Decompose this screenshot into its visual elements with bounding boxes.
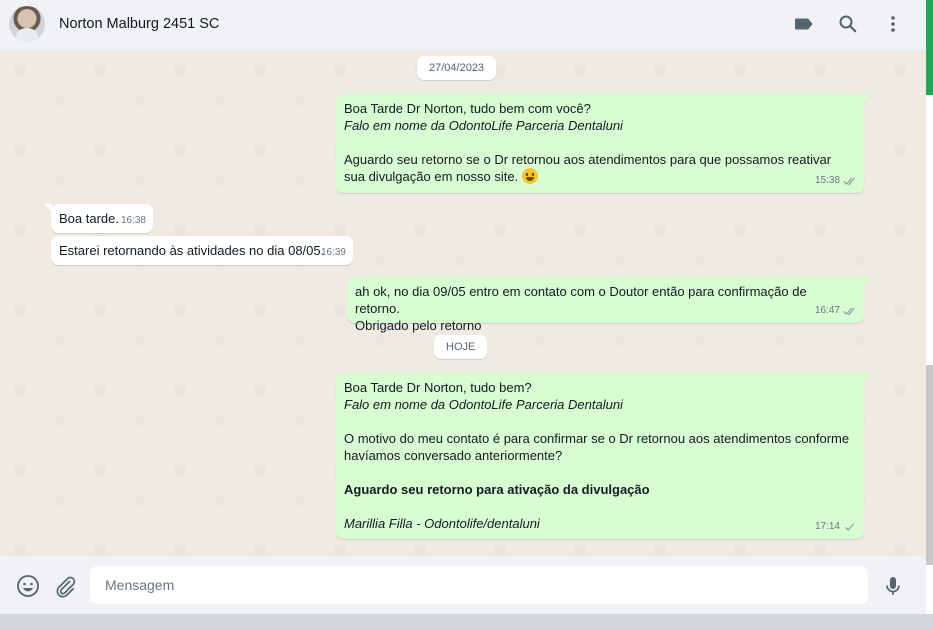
emoji-icon[interactable] <box>15 573 41 599</box>
message-meta: 17:14 <box>815 518 857 535</box>
grinning-face-emoji-icon <box>521 168 538 184</box>
message-text: Estarei retornando às atividades no dia … <box>59 243 325 258</box>
contact-name[interactable]: Norton Malburg 2451 SC <box>59 16 219 32</box>
message-meta: 16:47 <box>815 302 857 319</box>
message-text: ah ok, no dia 09/05 entro em contato com… <box>355 284 807 316</box>
scrollbar-thumb[interactable] <box>926 365 933 565</box>
message-text: Aguardo seu retorno se o Dr retornou aos… <box>344 152 832 184</box>
chat-window: Norton Malburg 2451 SC 27/04/2023 Boa Ta… <box>0 0 926 614</box>
contact-avatar[interactable] <box>9 6 45 42</box>
message-outgoing[interactable]: ah ok, no dia 09/05 entro em contato com… <box>347 277 871 333</box>
message-text: Obrigado pelo retorno <box>355 318 482 333</box>
message-time: 16:47 <box>814 305 840 316</box>
microphone-icon[interactable] <box>880 573 906 599</box>
message-text: Aguardo seu retorno para ativação da div… <box>344 482 650 497</box>
date-separator: HOJE <box>434 335 488 359</box>
attach-icon[interactable] <box>52 573 78 599</box>
single-check-icon <box>845 523 854 531</box>
message-time: 16:39 <box>320 247 346 258</box>
message-outgoing[interactable]: Boa Tarde Dr Norton, tudo bem com você? … <box>336 94 871 193</box>
message-incoming[interactable]: Boa tarde. 16:38 <box>44 204 153 233</box>
message-text: Falo em nome da OdontoLife Parceria Dent… <box>344 397 623 412</box>
message-meta: 16:39 <box>321 244 346 261</box>
message-signature: Marillia Filla - Odontolife/dentaluni <box>344 516 540 531</box>
message-text: Boa Tarde Dr Norton, tudo bem com você? <box>344 101 591 116</box>
double-check-icon <box>843 307 855 315</box>
composer-bar <box>0 556 926 614</box>
message-text: Boa Tarde Dr Norton, tudo bem? <box>344 380 532 395</box>
scrollbar[interactable] <box>926 0 933 614</box>
search-icon[interactable] <box>836 12 860 36</box>
message-list[interactable]: 27/04/2023 Boa Tarde Dr Norton, tudo bem… <box>0 51 926 556</box>
date-separator: 27/04/2023 <box>417 56 497 80</box>
menu-icon[interactable] <box>881 12 905 36</box>
chat-header: Norton Malburg 2451 SC <box>0 0 926 51</box>
message-time: 15:38 <box>814 175 840 186</box>
message-time: 17:14 <box>814 521 840 532</box>
message-incoming[interactable]: Estarei retornando às atividades no dia … <box>51 236 353 265</box>
label-icon[interactable] <box>792 12 816 36</box>
message-text: O motivo do meu contato é para confirmar… <box>344 431 850 463</box>
message-meta: 16:38 <box>121 212 146 229</box>
message-outgoing[interactable]: Boa Tarde Dr Norton, tudo bem? Falo em n… <box>336 373 871 539</box>
scrollbar-accent[interactable] <box>926 0 933 95</box>
message-time: 16:38 <box>120 215 146 226</box>
message-meta: 15:38 <box>815 172 857 189</box>
message-input[interactable] <box>90 566 868 604</box>
double-check-icon <box>843 177 855 185</box>
message-text: Falo em nome da OdontoLife Parceria Dent… <box>344 118 623 133</box>
